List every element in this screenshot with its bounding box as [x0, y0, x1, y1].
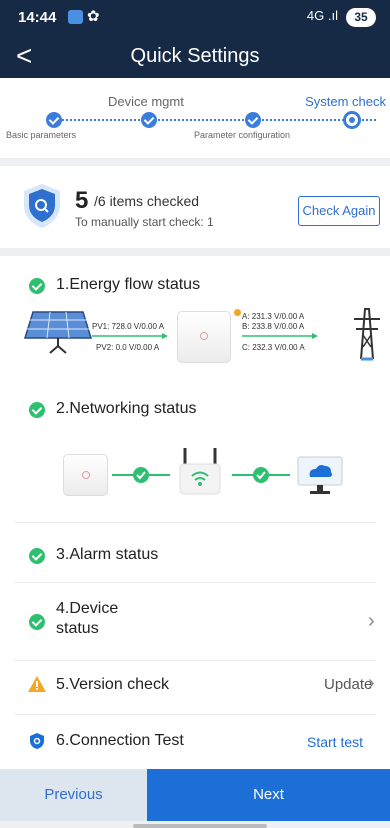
check-again-button[interactable]: Check Again: [298, 196, 380, 226]
page-title: Quick Settings: [130, 45, 260, 67]
nav-bar: < Quick Settings: [0, 36, 390, 78]
check-ok-icon: [29, 278, 45, 294]
device-status-row[interactable]: 4.Device status ›: [0, 590, 390, 650]
device-status-title-line1: 4.Device: [56, 600, 119, 617]
connection-test-title: 6.Connection Test: [56, 732, 184, 749]
check-ok-icon: [29, 548, 45, 564]
chevron-right-icon: ›: [368, 672, 375, 694]
version-check-title: 5.Version check: [56, 676, 169, 693]
connection-ok-link: [112, 467, 170, 483]
checked-count: 5: [75, 187, 89, 214]
divider: [14, 582, 376, 583]
home-indicator[interactable]: [133, 824, 267, 828]
phase-c-reading: C: 232.3 V/0.00 A: [242, 343, 305, 352]
divider: [14, 522, 376, 523]
alarm-status-title: 3.Alarm status: [56, 546, 159, 563]
status-bar: 14:44 ✿ 4G .ıl 35: [0, 0, 390, 36]
pv2-reading: PV2: 0.0 V/0.00 A: [96, 343, 160, 352]
phase-a-reading: A: 231.3 V/0.00 A: [242, 312, 305, 321]
next-button[interactable]: Next: [147, 769, 390, 821]
update-label: Update: [324, 676, 373, 693]
battery-icon: 35: [346, 8, 376, 27]
pv1-reading: PV1: 728.0 V/0.00 A: [92, 322, 165, 331]
signal-icon: 4G .ıl: [306, 8, 338, 23]
clock: 14:44: [18, 9, 57, 26]
check-ok-icon: [29, 402, 45, 418]
step-dot-basic-parameters: [46, 112, 62, 128]
gear-icon: ✿: [87, 8, 100, 25]
divider: [14, 714, 376, 715]
inverter-logo: [81, 471, 90, 479]
update-link[interactable]: Update ›: [320, 670, 386, 700]
check-ok-icon: [29, 614, 45, 630]
solar-panel-icon: [23, 311, 93, 354]
inverter-image: [177, 311, 231, 363]
shield-icon: [30, 733, 44, 749]
step-dot-device-mgmt: [141, 112, 157, 128]
networking-title: 2.Networking status: [56, 400, 197, 417]
phase-b-reading: B: 233.8 V/0.00 A: [242, 322, 305, 331]
step-label-device-mgmt: Device mgmt: [108, 94, 184, 109]
app-notification-icon: [68, 10, 83, 24]
step-connector: [54, 119, 376, 121]
grid-tower-icon: [354, 308, 380, 361]
device-status-title-line2: status: [56, 620, 99, 637]
start-test-link[interactable]: Start test: [307, 734, 363, 750]
step-label-system-check: System check: [305, 94, 386, 109]
step-label-basic-parameters: Basic parameters: [6, 130, 77, 140]
chevron-right-icon: ›: [368, 610, 375, 632]
footer-bar: Previous Next: [0, 769, 390, 821]
router-icon: [179, 448, 221, 495]
inverter-logo: [200, 332, 208, 340]
step-dot-system-check: [343, 111, 361, 129]
inverter-image: [63, 454, 108, 496]
divider: [14, 660, 376, 661]
cloud-monitor-icon: [297, 456, 343, 494]
alarm-indicator: [234, 309, 241, 316]
flow-arrow-icon: [92, 333, 168, 339]
checked-count-label: /6 items checked: [94, 193, 200, 209]
shield-icon: [24, 184, 60, 228]
energy-flow-title: 1.Energy flow status: [56, 276, 201, 293]
step-label-parameter-configuration: Parameter configuration: [194, 130, 291, 140]
warning-icon: [28, 676, 46, 692]
flow-arrow-icon: [242, 333, 318, 339]
previous-button[interactable]: Previous: [0, 769, 147, 821]
manual-check-note: To manually start check: 1: [75, 215, 214, 229]
connection-ok-link: [232, 467, 290, 483]
step-progress: Device mgmt System check Basic parameter…: [0, 78, 390, 158]
step-dot-parameter-configuration: [245, 112, 261, 128]
